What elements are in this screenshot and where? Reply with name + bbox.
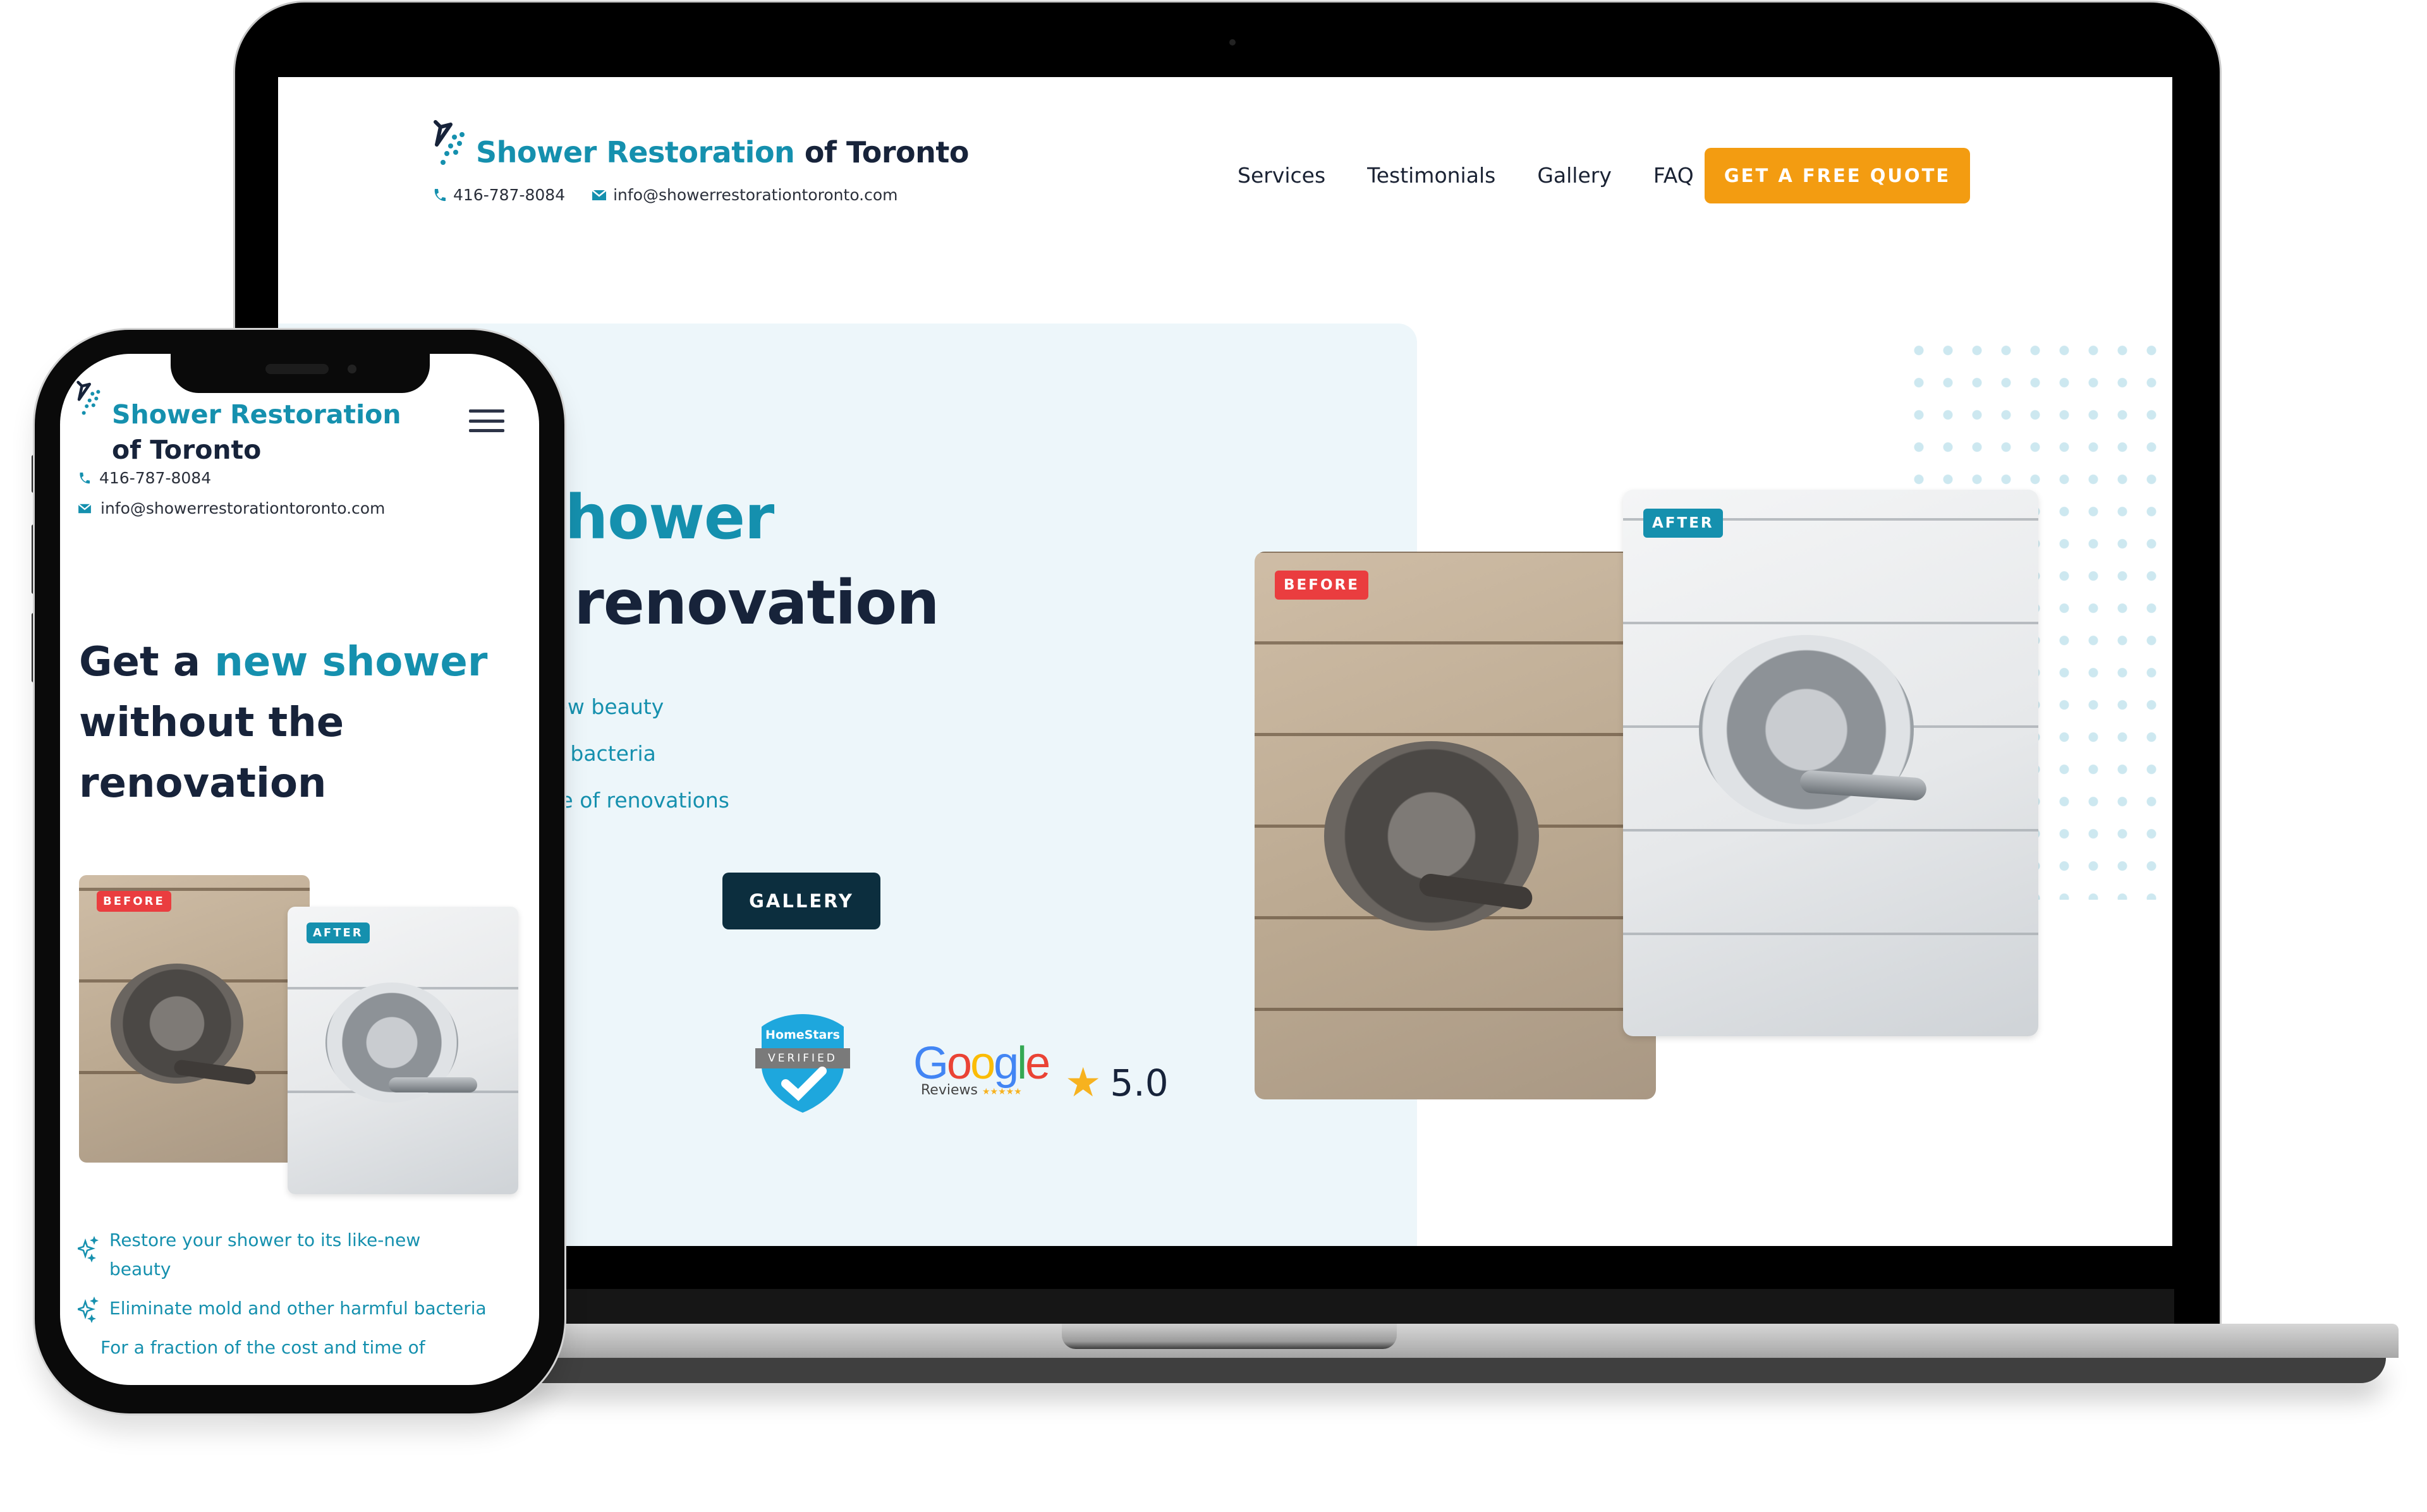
laptop-opening-notch	[1062, 1324, 1397, 1349]
site-logo[interactable]: Shower Restoration of Toronto	[476, 135, 969, 169]
logo-text-part2: of Toronto	[112, 435, 262, 465]
after-badge: AFTER	[307, 922, 370, 943]
main-nav: Services Testimonials Gallery FAQ	[1238, 163, 1694, 188]
mobile-after-photo: AFTER	[288, 907, 518, 1194]
nav-testimonials[interactable]: Testimonials	[1367, 163, 1495, 188]
after-badge: AFTER	[1643, 509, 1723, 538]
email-address[interactable]: info@showerrestorationtoronto.com	[100, 499, 385, 517]
mobile-bullet: Eliminate mold and other harmful bacteri…	[78, 1294, 487, 1323]
email-address[interactable]: info@showerrestorationtoronto.com	[613, 186, 897, 204]
laptop-camera	[1229, 39, 1236, 45]
hero-heading-prefix: Get a	[79, 639, 215, 686]
mobile-bullet: For a fraction of the cost and time of	[100, 1337, 425, 1358]
logo-text-part2: of Toronto	[804, 135, 970, 169]
mobile-bullet-list: Restore your shower to its like-new beau…	[78, 1226, 487, 1372]
phone-icon	[432, 188, 447, 203]
before-badge: BEFORE	[97, 891, 171, 912]
mobile-phone-contact: 416-787-8084	[78, 469, 211, 487]
phone-speaker	[265, 364, 329, 374]
mobile-website: Shower Restoration of Toronto 416-787-80…	[60, 354, 539, 1385]
homestars-verified-badge: HomeStars VERIFIED	[749, 1009, 856, 1116]
logo-text-part1: Shower Restoration	[476, 135, 795, 169]
google-wordmark: Google	[913, 1038, 1050, 1089]
mobile-email-contact: info@showerrestorationtoronto.com	[78, 499, 385, 517]
before-photo: BEFORE	[1255, 552, 1656, 1099]
mobile-bullet: Restore your shower to its like-new beau…	[78, 1226, 487, 1284]
shower-head-logo-icon	[76, 380, 100, 415]
phone-front-camera	[348, 365, 356, 373]
laptop-base-bottom	[250, 1358, 2386, 1383]
before-badge: BEFORE	[1275, 571, 1368, 600]
homestars-badge-verified: VERIFIED	[768, 1052, 837, 1065]
email-icon	[592, 188, 607, 203]
homestars-badge-title: HomeStars	[765, 1028, 840, 1042]
hamburger-menu-icon[interactable]	[469, 409, 504, 432]
google-rating-value: 5.0	[1110, 1061, 1169, 1104]
phone-number[interactable]: 416-787-8084	[99, 469, 211, 487]
hero-heading-line2: without the	[79, 699, 344, 746]
nav-services[interactable]: Services	[1238, 163, 1325, 188]
phone-icon	[80, 472, 90, 483]
star-icon: ★	[1065, 1060, 1102, 1106]
logo-text-part1: Shower Restoration	[112, 399, 401, 430]
header-contact: 416-787-8084 info@showerrestorationtoron…	[432, 186, 898, 204]
after-photo: AFTER	[1623, 490, 2038, 1036]
hero-heading-accent: new shower	[214, 639, 488, 686]
mobile-site-logo[interactable]: Shower Restoration of Toronto	[112, 397, 401, 468]
shower-head-logo-icon	[434, 120, 465, 165]
phone-number[interactable]: 416-787-8084	[453, 186, 565, 204]
sparkle-icon	[78, 1236, 99, 1262]
five-stars-icon: ★★★★★	[982, 1087, 1022, 1097]
google-reviews-logo: Google Reviews ★★★★★	[913, 1038, 1050, 1098]
nav-faq[interactable]: FAQ	[1653, 163, 1694, 188]
google-rating: ★ 5.0	[1065, 1060, 1169, 1106]
nav-gallery[interactable]: Gallery	[1537, 163, 1612, 188]
valve-handle	[389, 1077, 477, 1092]
hero-gallery-button[interactable]: GALLERY	[722, 873, 880, 929]
mobile-before-photo: BEFORE	[79, 875, 310, 1163]
hero-heading-line3: renovation	[79, 760, 327, 807]
email-icon	[78, 503, 92, 513]
mobile-hero-heading: Get a new shower without the renovation	[79, 632, 487, 814]
get-free-quote-button[interactable]: GET A FREE QUOTE	[1705, 148, 1970, 203]
sparkle-icon	[78, 1297, 99, 1323]
